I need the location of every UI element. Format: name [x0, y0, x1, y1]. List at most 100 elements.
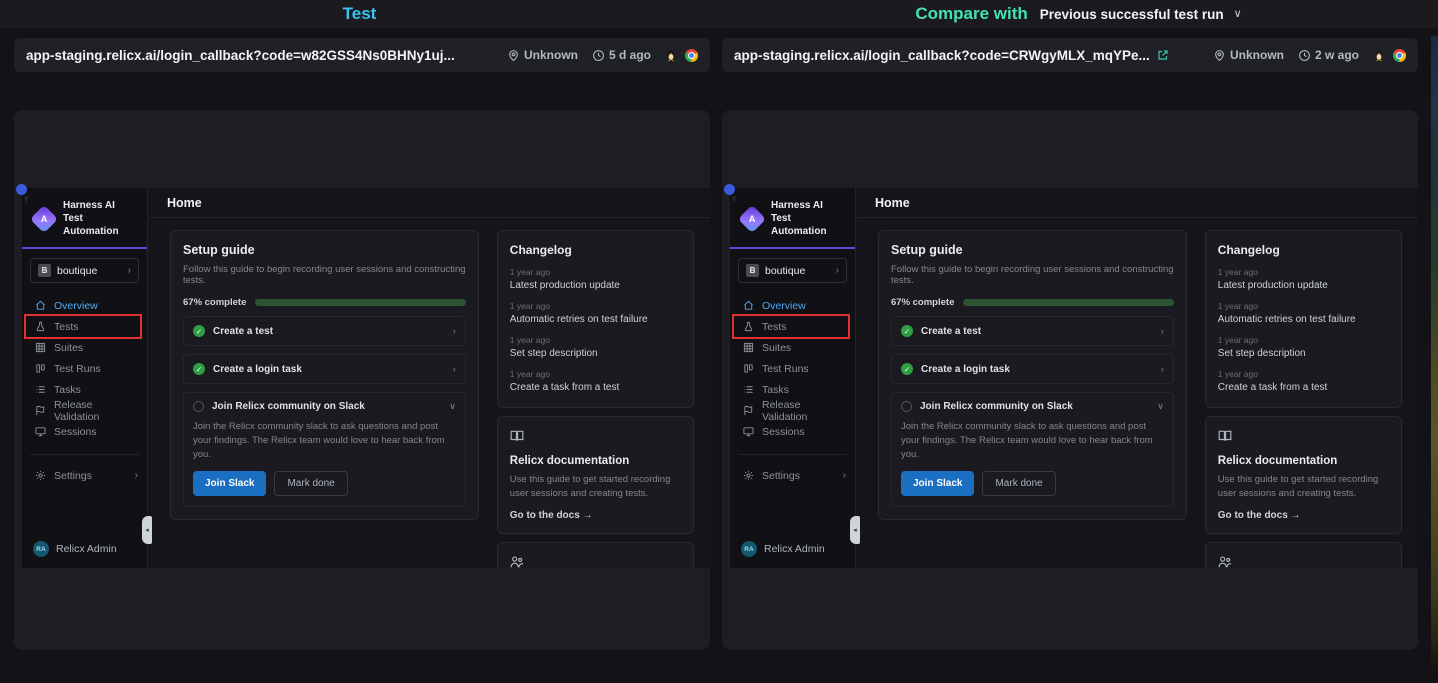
changelog-entry-title: Set step description [510, 348, 681, 359]
project-name: boutique [57, 265, 122, 277]
screenshot-panel-compare: A Harness AI Test Automation B boutique … [722, 110, 1418, 650]
setup-item-label: Create a test [921, 326, 1153, 337]
chevron-right-icon: › [453, 364, 456, 374]
changelog-entry: 1 year ago Automatic retries on test fai… [1218, 301, 1389, 325]
changelog-entry-title: Create a task from a test [1218, 382, 1389, 393]
sidebar-item-label: Sessions [762, 426, 805, 438]
setup-item-description: Join the Relicx community slack to ask q… [901, 420, 1164, 461]
book-icon [510, 429, 524, 443]
collapse-left-icon: ◂ [853, 526, 857, 534]
harness-logo-icon: A [738, 204, 766, 232]
setup-guide-card: Setup guide Follow this guide to begin r… [878, 230, 1187, 520]
sidebar-item-label: Sessions [54, 426, 97, 438]
chevron-right-icon: › [453, 326, 456, 336]
user-menu: RA Relicx Admin [33, 541, 117, 557]
chevron-right-icon: › [836, 265, 839, 276]
changelog-entry: 1 year ago Create a task from a test [510, 369, 681, 393]
url-bar-current[interactable]: app-staging.relicx.ai/login_callback?cod… [14, 38, 710, 72]
compare-target-dropdown[interactable]: Previous successful test run ∨ [1040, 7, 1242, 22]
sidebar-item-label: Tasks [54, 384, 81, 396]
sidebar-item-label: Test Runs [54, 363, 101, 375]
sidebar-nav: Overview Tests Suites Test Runs Tasks [22, 295, 147, 486]
cursor-position-marker [16, 184, 27, 195]
setup-item-label: Join Relicx community on Slack [920, 401, 1149, 412]
compare-with-label: Compare with [915, 4, 1027, 24]
monitor-icon [743, 426, 754, 437]
chevron-right-icon: › [1161, 326, 1164, 336]
brand-divider [22, 247, 147, 249]
changelog-entry: 1 year ago Latest production update [1218, 267, 1389, 291]
sidebar-item-label: Tests [762, 321, 787, 333]
sidebar-item-overview: Overview [730, 295, 855, 316]
list-icon [35, 384, 46, 395]
sidebar-collapse-handle: ◂ [142, 516, 152, 544]
sidebar-item-suites: Suites [22, 337, 147, 358]
location-value: Unknown [524, 48, 578, 62]
changelog-time: 1 year ago [1218, 369, 1389, 379]
documentation-title: Relicx documentation [510, 455, 681, 467]
gear-icon [35, 470, 46, 481]
location-value: Unknown [1230, 48, 1284, 62]
sidebar-item-sessions: Sessions [22, 421, 147, 442]
changelog-entry: 1 year ago Set step description [510, 335, 681, 359]
app-screenshot[interactable]: A Harness AI Test Automation B boutique … [730, 188, 1418, 568]
empty-circle-icon [901, 401, 912, 412]
changelog-time: 1 year ago [510, 301, 681, 311]
sidebar-item-tests: Tests [730, 316, 855, 337]
setup-guide-description: Follow this guide to begin recording use… [891, 264, 1174, 286]
changelog-entry-title: Automatic retries on test failure [510, 314, 681, 325]
progress-label: 67% complete [183, 297, 246, 308]
external-link-icon[interactable] [1157, 49, 1169, 61]
empty-circle-icon [193, 401, 204, 412]
changelog-time: 1 year ago [510, 335, 681, 345]
sidebar-item-label: Settings [762, 470, 800, 482]
sidebar-item-label: Tasks [762, 384, 789, 396]
grid-icon [35, 342, 46, 353]
avatar: RA [33, 541, 49, 557]
setup-item-create-login-task: ✓ Create a login task › [183, 354, 466, 384]
setup-item-description: Join the Relicx community slack to ask q… [193, 420, 456, 461]
sidebar-item-label: Suites [762, 342, 791, 354]
app-sidebar: A Harness AI Test Automation B boutique … [730, 188, 856, 568]
sidebar-item-sessions: Sessions [730, 421, 855, 442]
sidebar-item-test-runs: Test Runs [22, 358, 147, 379]
location-pin-icon [1213, 49, 1226, 62]
request-demo-card: Request a demo Request a demo and explor… [497, 542, 694, 568]
sidebar-item-label: Overview [762, 300, 806, 312]
changelog-card: Changelog 1 year ago Latest production u… [1205, 230, 1402, 408]
sidebar-item-suites: Suites [730, 337, 855, 358]
sidebar-item-label: Overview [54, 300, 98, 312]
compare-target-value: Previous successful test run [1040, 7, 1224, 22]
users-icon [510, 555, 524, 568]
changelog-entry: 1 year ago Set step description [1218, 335, 1389, 359]
sidebar-item-label: Suites [54, 342, 83, 354]
setup-item-join-slack: Join Relicx community on Slack ∨ Join th… [183, 392, 466, 507]
progress-bar [255, 299, 465, 306]
changelog-entry-title: Create a task from a test [510, 382, 681, 393]
changelog-entry-title: Latest production update [1218, 280, 1389, 291]
page-title: Home [857, 188, 1418, 218]
location-pin-icon [507, 49, 520, 62]
screenshot-panel-current: A Harness AI Test Automation B boutique … [14, 110, 710, 650]
setup-item-create-login-task: ✓ Create a login task › [891, 354, 1174, 384]
flask-icon [743, 321, 754, 332]
setup-item-create-test: ✓ Create a test › [891, 316, 1174, 346]
users-icon [1218, 555, 1232, 568]
url-bar-compare[interactable]: app-staging.relicx.ai/login_callback?cod… [722, 38, 1418, 72]
book-icon [1218, 429, 1232, 443]
changelog-time: 1 year ago [1218, 335, 1389, 345]
test-comparison-view: Test Compare with Previous successful te… [0, 0, 1438, 683]
age-value: 5 d ago [609, 48, 651, 62]
project-selector: B boutique › [30, 258, 139, 283]
page-title: Home [149, 188, 710, 218]
changelog-card: Changelog 1 year ago Latest production u… [497, 230, 694, 408]
check-circle-icon: ✓ [193, 363, 205, 375]
app-brand: A Harness AI Test Automation [22, 188, 147, 242]
harness-logo-icon: A [30, 204, 58, 232]
app-screenshot[interactable]: A Harness AI Test Automation B boutique … [22, 188, 710, 568]
mark-done-button: Mark done [274, 471, 347, 496]
setup-item-label: Create a login task [213, 364, 445, 375]
changelog-time: 1 year ago [1218, 301, 1389, 311]
documentation-card: Relicx documentation Use this guide to g… [1205, 416, 1402, 534]
adjacent-panel-sliver [1431, 36, 1438, 668]
